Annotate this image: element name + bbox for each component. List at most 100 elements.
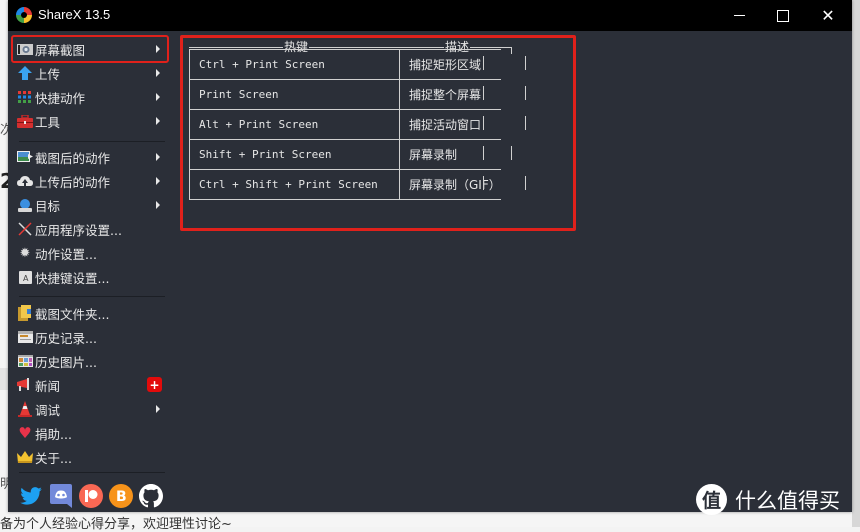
- menu-item-label: 截图后的动作: [35, 150, 111, 166]
- watermark: 值 什么值得买: [696, 484, 840, 515]
- table-edge-tick: [483, 116, 484, 130]
- table-row: Print Screen 捕捉整个屏幕: [189, 79, 501, 110]
- patreon-button[interactable]: [79, 484, 103, 508]
- svg-text:A: A: [23, 274, 29, 283]
- menu-item-history[interactable]: 历史记录...: [8, 325, 168, 349]
- twitter-icon: [20, 487, 42, 505]
- window-title: ShareX 13.5: [38, 7, 111, 22]
- minimize-button[interactable]: [716, 0, 762, 31]
- menu-item-tools[interactable]: 工具: [8, 109, 168, 133]
- menu-item-label: 应用程序设置...: [35, 222, 122, 238]
- menu-item-label: 工具: [35, 114, 61, 130]
- menu-item-label: 关于...: [35, 450, 72, 466]
- menu-item-label: 截图文件夹...: [35, 306, 110, 322]
- menu-item-label: 捐助...: [35, 426, 72, 442]
- menu-item-label: 上传: [35, 66, 61, 82]
- wrench-screwdriver-icon: [17, 221, 33, 237]
- github-button[interactable]: [139, 484, 163, 508]
- bitcoin-button[interactable]: B: [109, 484, 133, 508]
- folder-icon: [17, 305, 33, 321]
- table-edge-tick: [483, 56, 484, 70]
- submenu-arrow-icon: [156, 153, 160, 161]
- menu-item-upload[interactable]: 上传: [8, 61, 168, 85]
- hotkeys-table: Ctrl + Print Screen 捕捉矩形区域 Print Screen …: [189, 49, 501, 200]
- destination-icon: [17, 197, 33, 213]
- image-arrow-icon: [17, 149, 33, 165]
- table-row: Alt + Print Screen 捕捉活动窗口: [189, 109, 501, 140]
- table-header-tick: [511, 47, 512, 54]
- submenu-arrow-icon: [156, 69, 160, 77]
- background-edge: [852, 0, 860, 527]
- menu-item-label: 目标: [35, 198, 61, 214]
- table-row: Shift + Print Screen 屏幕录制: [189, 139, 501, 170]
- grid-dots-icon: [17, 89, 33, 105]
- upload-arrow-icon: [17, 65, 33, 81]
- menu-item-hotkey-settings[interactable]: A 快捷键设置...: [8, 265, 168, 289]
- submenu-arrow-icon: [156, 405, 160, 413]
- keyboard-key-icon: A: [17, 269, 33, 285]
- menu-item-label: 快捷键设置...: [35, 270, 110, 286]
- heart-icon: ♥: [18, 424, 32, 442]
- watermark-text: 什么值得买: [735, 488, 840, 513]
- hotkey-cell: Alt + Print Screen: [189, 109, 400, 140]
- table-row: Ctrl + Shift + Print Screen 屏幕录制（GIF）: [189, 169, 501, 200]
- discord-icon: [50, 484, 72, 508]
- maximize-icon: [777, 9, 789, 22]
- menu-item-app-settings[interactable]: 应用程序设置...: [8, 217, 168, 241]
- submenu-arrow-icon: [156, 93, 160, 101]
- description-cell: 屏幕录制: [398, 139, 501, 170]
- hotkey-cell: Ctrl + Print Screen: [189, 49, 400, 80]
- table-edge-tick: [525, 116, 526, 130]
- menu-item-quick-actions[interactable]: 快捷动作: [8, 85, 168, 109]
- megaphone-icon: [17, 377, 33, 393]
- hotkey-cell: Shift + Print Screen: [189, 139, 400, 170]
- menu-item-screenshots-folder[interactable]: 截图文件夹...: [8, 301, 168, 325]
- toolbox-icon: [17, 113, 33, 129]
- description-cell: 屏幕录制（GIF）: [398, 169, 501, 200]
- maximize-button[interactable]: [760, 0, 806, 31]
- discord-button[interactable]: [49, 484, 73, 508]
- twitter-button[interactable]: [19, 484, 43, 508]
- menu-item-about[interactable]: 关于...: [8, 445, 168, 469]
- menu-item-destinations[interactable]: 目标: [8, 193, 168, 217]
- patreon-icon: [79, 484, 103, 508]
- table-edge-tick: [511, 146, 512, 160]
- menu-separator: [19, 296, 165, 297]
- menu-item-task-settings[interactable]: ✹ 动作设置...: [8, 241, 168, 265]
- menu-item-after-upload[interactable]: 上传后的动作: [8, 169, 168, 193]
- menu-item-label: 快捷动作: [35, 90, 86, 106]
- menu-separator: [19, 472, 165, 473]
- submenu-arrow-icon: [156, 201, 160, 209]
- menu-item-debug[interactable]: 调试: [8, 397, 168, 421]
- description-cell: 捕捉整个屏幕: [398, 79, 501, 110]
- menu-item-donate[interactable]: ♥ 捐助...: [8, 421, 168, 445]
- table-row: Ctrl + Print Screen 捕捉矩形区域: [189, 49, 501, 80]
- traffic-cone-icon: [17, 401, 33, 417]
- table-edge-tick: [483, 176, 484, 190]
- history-icon: [17, 329, 33, 345]
- close-icon: ✕: [821, 6, 835, 25]
- description-cell: 捕捉活动窗口: [398, 109, 501, 140]
- menu-item-after-capture[interactable]: 截图后的动作: [8, 145, 168, 169]
- submenu-arrow-icon: [156, 117, 160, 125]
- news-badge: +: [147, 377, 162, 392]
- gear-icon: ✹: [19, 245, 31, 261]
- sharex-window: ShareX 13.5 ✕ 屏幕截图 上传 快捷动作 工具 截图后的动作 上传后…: [8, 0, 852, 515]
- minimize-icon: [733, 15, 745, 16]
- menu-item-label: 历史记录...: [35, 330, 97, 346]
- close-button[interactable]: ✕: [805, 0, 851, 31]
- menu-item-label: 动作设置...: [35, 246, 97, 262]
- image-history-icon: [17, 353, 33, 369]
- table-edge-tick: [525, 86, 526, 100]
- description-cell: 捕捉矩形区域: [398, 49, 501, 80]
- table-edge-tick: [483, 146, 484, 160]
- capture-highlight-box: [11, 35, 169, 63]
- menu-item-image-history[interactable]: 历史图片...: [8, 349, 168, 373]
- title-bar[interactable]: ShareX 13.5 ✕: [8, 0, 852, 31]
- table-edge-tick: [525, 56, 526, 70]
- background-text: 备为个人经验心得分享，欢迎理性讨论~: [0, 517, 232, 532]
- menu-item-label: 新闻: [35, 378, 61, 394]
- table-edge-tick: [483, 86, 484, 100]
- menu-item-news[interactable]: 新闻 +: [8, 373, 168, 397]
- hotkey-cell: Print Screen: [189, 79, 400, 110]
